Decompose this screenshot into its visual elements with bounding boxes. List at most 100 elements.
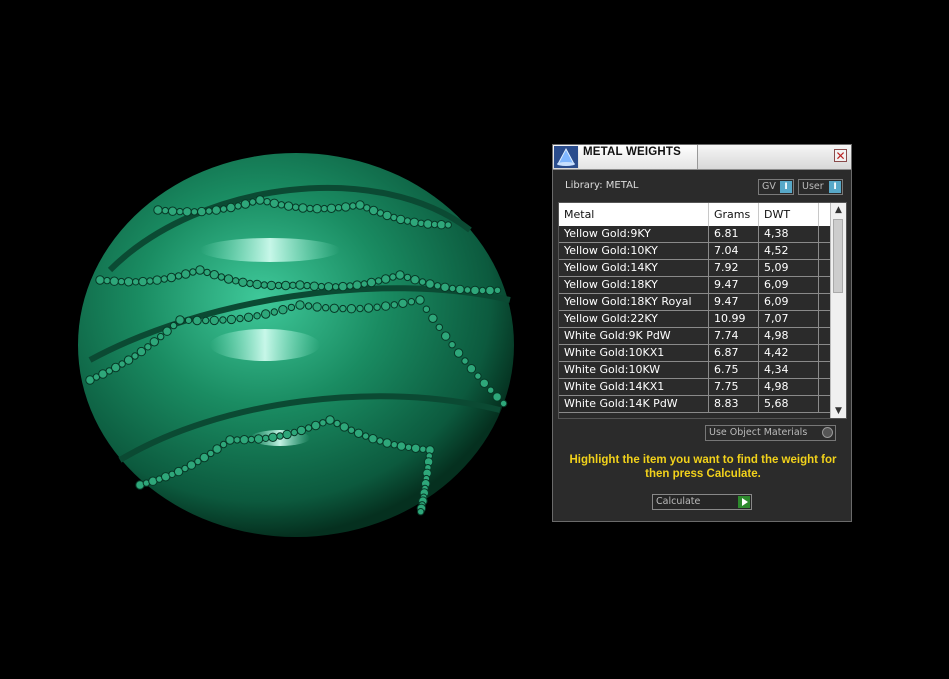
table-row[interactable]: White Gold:14KX1 7.75 4,98: [559, 379, 831, 396]
bead: [389, 273, 397, 281]
bead: [325, 415, 335, 425]
bead: [374, 277, 383, 285]
bead: [333, 419, 341, 428]
bead: [243, 312, 254, 322]
bead: [181, 269, 191, 279]
bead: [190, 208, 199, 216]
bead: [470, 285, 480, 296]
bead: [136, 346, 147, 357]
bead: [382, 210, 392, 221]
calculate-button[interactable]: Calculate: [652, 494, 752, 510]
bead: [146, 277, 154, 285]
bead: [239, 435, 250, 445]
bead: [266, 280, 277, 291]
bead: [253, 434, 264, 444]
bead: [418, 278, 427, 286]
bead: [339, 304, 347, 313]
cell-grams: 7.75: [709, 379, 759, 395]
table-row[interactable]: Yellow Gold:18KY 9.47 6,09: [559, 277, 831, 294]
bead: [268, 432, 278, 442]
column-header-dwt[interactable]: DWT: [759, 203, 819, 226]
play-arrow-icon: [738, 496, 750, 508]
column-header-metal[interactable]: Metal: [559, 203, 709, 226]
bead: [353, 428, 364, 438]
table-row[interactable]: Yellow Gold:14KY 7.92 5,09: [559, 260, 831, 277]
bead: [373, 303, 381, 311]
bead: [192, 315, 202, 326]
table-row[interactable]: White Gold:9K PdW 7.74 4,98: [559, 328, 831, 345]
bead: [319, 419, 327, 427]
table-row[interactable]: Yellow Gold:10KY 7.04 4,52: [559, 243, 831, 260]
cell-metal: Yellow Gold:10KY: [559, 243, 709, 259]
bead: [103, 276, 111, 285]
table-row[interactable]: White Gold:10KX1 6.87 4,42: [559, 345, 831, 362]
bead: [290, 428, 298, 437]
bead: [347, 426, 356, 434]
table-row[interactable]: White Gold:14K PdW 8.83 5,68: [559, 396, 831, 413]
bead: [407, 298, 416, 306]
bead: [410, 275, 420, 285]
bead: [95, 275, 105, 285]
bead: [209, 315, 220, 326]
use-object-materials-toggle[interactable]: Use Object Materials: [705, 425, 836, 441]
bead: [225, 435, 235, 445]
cell-grams: 6.75: [709, 362, 759, 378]
bead: [390, 441, 398, 449]
cell-dwt: 4,52: [759, 243, 819, 259]
bead: [440, 282, 450, 292]
bead: [346, 282, 354, 290]
cell-grams: 9.47: [709, 294, 759, 310]
gv-toggle[interactable]: GV I: [758, 179, 794, 195]
bead: [493, 286, 502, 294]
bead: [448, 284, 457, 293]
bead: [311, 420, 321, 431]
bead: [422, 305, 431, 313]
bead: [448, 341, 456, 349]
bead: [117, 277, 126, 286]
bead: [292, 203, 300, 211]
bead: [423, 219, 433, 229]
cell-dwt: 4,98: [759, 379, 819, 395]
table-row[interactable]: Yellow Gold:9KY 6.81 4,38: [559, 226, 831, 243]
bead: [341, 202, 351, 212]
bead: [317, 282, 326, 291]
bead: [211, 205, 222, 215]
bead: [396, 214, 406, 225]
bead: [349, 202, 357, 210]
dialog-titlebar[interactable]: METAL WEIGHTS ✕: [553, 145, 851, 170]
column-header-grams[interactable]: Grams: [709, 203, 759, 226]
cell-grams: 9.47: [709, 277, 759, 293]
table-row[interactable]: White Gold:10KW 6.75 4,34: [559, 362, 831, 379]
close-button[interactable]: ✕: [834, 149, 847, 162]
bead: [152, 275, 162, 285]
scroll-up-icon[interactable]: ▲: [831, 203, 846, 217]
scroll-thumb[interactable]: [833, 219, 843, 293]
bead: [362, 432, 370, 440]
bead: [309, 281, 319, 291]
cell-grams: 10.99: [709, 311, 759, 327]
bead: [295, 300, 305, 310]
bead: [261, 309, 271, 319]
table-body: Yellow Gold:9KY 6.81 4,38 Yellow Gold:10KY…: [559, 226, 831, 413]
bead: [453, 348, 464, 358]
cell-grams: 7.04: [709, 243, 759, 259]
table-scrollbar[interactable]: ▲ ▼: [830, 203, 846, 418]
bead: [329, 303, 339, 313]
bead: [160, 275, 169, 283]
scroll-down-icon[interactable]: ▼: [831, 404, 846, 418]
use-object-materials-label: Use Object Materials: [709, 427, 808, 438]
cell-grams: 7.92: [709, 260, 759, 276]
bead: [479, 378, 489, 388]
bead: [219, 316, 227, 324]
app-logo-icon: [554, 146, 578, 168]
table-row[interactable]: Yellow Gold:18KY Royal 9.47 6,09: [559, 294, 831, 311]
bead: [262, 434, 270, 442]
bead: [404, 443, 413, 451]
user-toggle[interactable]: User I: [798, 179, 843, 195]
bead: [223, 274, 234, 284]
cell-dwt: 4,42: [759, 345, 819, 361]
calculate-label: Calculate: [656, 496, 701, 507]
bead: [212, 444, 222, 454]
table-row[interactable]: Yellow Gold:22KY 10.99 7,07: [559, 311, 831, 328]
cell-metal: White Gold:10KW: [559, 362, 709, 378]
